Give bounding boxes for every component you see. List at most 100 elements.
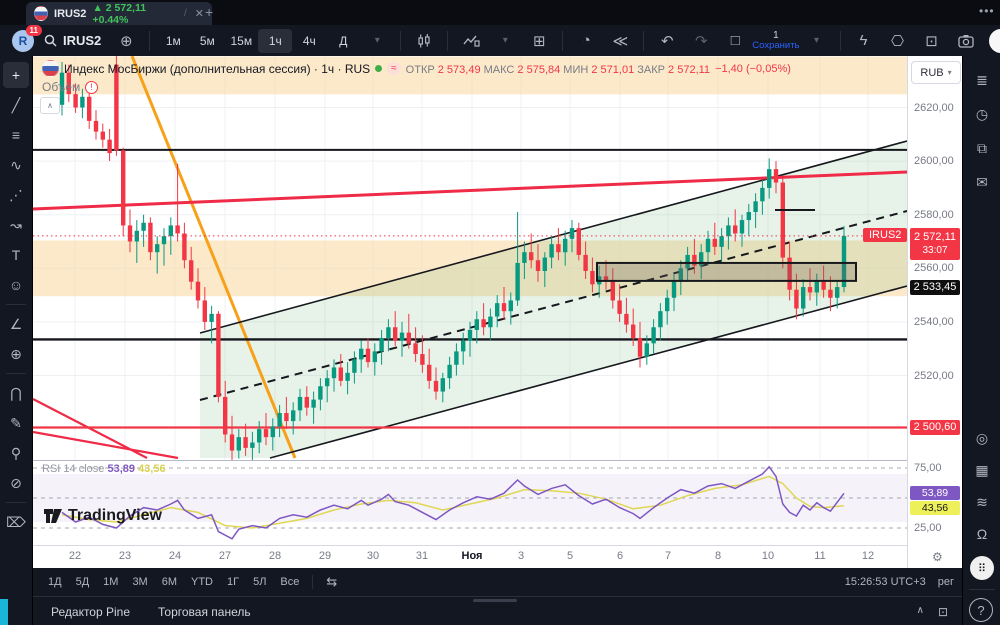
measure-tool[interactable]: ∠: [3, 311, 29, 337]
chart-settings-icon[interactable]: ⎔: [881, 29, 915, 53]
timeframe-15м[interactable]: 15м: [224, 29, 258, 53]
chart-tab[interactable]: IRUS2 ▲ 2 572,11 +0.44% / ✕: [26, 2, 212, 26]
save-layout-button[interactable]: 1 Сохранить: [752, 30, 799, 51]
timeframe-group: 1м 5м 15м 1ч 4ч Д: [156, 28, 360, 53]
tab-more-icon[interactable]: •••: [979, 4, 995, 18]
volume-legend-row[interactable]: Объём !: [42, 80, 98, 94]
candle-style-button[interactable]: [407, 29, 441, 53]
range-6М[interactable]: 6М: [155, 573, 184, 591]
trend-line-tool[interactable]: ╱: [3, 92, 29, 118]
emoji-tool[interactable]: ☺: [3, 272, 29, 298]
time-axis[interactable]: 22 23 24 27 28 29 30 31 Ноя 3 5 6 7 8 10 11 12: [33, 546, 907, 568]
watchlist-icon[interactable]: ≣: [970, 68, 994, 92]
ohlc-value: 2 573,49: [437, 63, 484, 76]
rsi-axis-label: 25,00: [914, 522, 942, 534]
layout-select-icon[interactable]: □: [718, 29, 752, 53]
zoom-in-tool[interactable]: ⊕: [3, 341, 29, 367]
time-label: 10: [761, 550, 775, 562]
chevron-down-icon: ▾: [947, 68, 952, 77]
timeframe-Д[interactable]: Д: [326, 29, 360, 53]
snapshot-button[interactable]: [949, 29, 983, 53]
stay-in-drawing-mode-button[interactable]: ✎: [3, 410, 29, 436]
symbol-search-button[interactable]: IRUS2: [44, 33, 101, 48]
undo-button[interactable]: ↶: [650, 29, 684, 53]
russia-flag-icon: [42, 60, 59, 77]
save-chevron-icon[interactable]: ▾: [800, 29, 834, 53]
text-tool[interactable]: T: [3, 242, 29, 268]
quick-search-icon[interactable]: ϟ: [847, 29, 881, 53]
bar-replay-button[interactable]: ≪: [603, 29, 637, 53]
layout-grid-icon[interactable]: ⊞: [522, 29, 556, 53]
calendar-icon[interactable]: ▦: [970, 458, 994, 482]
prediction-tool[interactable]: ⋰: [3, 182, 29, 208]
rsi-pane[interactable]: RSI 14 close 53,89 43,56: [33, 461, 907, 545]
rsi-value-chip: 53,89: [910, 486, 960, 500]
screener-icon[interactable]: ◎: [970, 426, 994, 450]
timeframe-chevron-icon[interactable]: ▾: [360, 29, 394, 53]
range-1Г[interactable]: 1Г: [220, 573, 246, 591]
pane-separator[interactable]: [33, 460, 962, 461]
session-label[interactable]: рег: [938, 576, 954, 588]
timeframe-1м[interactable]: 1м: [156, 29, 190, 53]
trading-panel-button[interactable]: Торговая панель: [148, 601, 261, 623]
range-Все[interactable]: Все: [273, 573, 306, 591]
publish-button[interactable]: Опубликовать: [988, 28, 1000, 53]
ohlc-values: ОТКР 2 573,49 МАКС 2 575,84 МИН 2 571,01…: [406, 62, 710, 76]
pine-editor-button[interactable]: Редактор Pine: [41, 601, 140, 623]
hide-drawings-button[interactable]: ⊘: [3, 470, 29, 496]
new-tab-button[interactable]: +: [205, 4, 213, 20]
price-axis[interactable]: RUB ▾ 2620,00 2600,00 2580,00 2560,00 2540,00…: [907, 56, 963, 568]
delayed-data-icon[interactable]: ≈: [387, 62, 401, 75]
close-tab-icon[interactable]: ✕: [195, 7, 204, 20]
price-chart-pane[interactable]: IRUS2: [33, 56, 907, 460]
help-button[interactable]: ?: [969, 598, 993, 622]
range-buttons: 1Д 5Д 1М 3М 6М YTD 1Г 5Л Все: [41, 573, 306, 591]
range-5Д[interactable]: 5Д: [69, 573, 97, 591]
clock-label[interactable]: 15:26:53 UTC+3: [845, 576, 926, 588]
range-1М[interactable]: 1М: [96, 573, 125, 591]
panel-collapse-icon[interactable]: ∧: [917, 605, 924, 619]
timeframe-1ч[interactable]: 1ч: [258, 28, 293, 53]
indicators-button[interactable]: [454, 29, 488, 53]
symbol-title[interactable]: Индекс МосБиржи (дополнительная сессия) …: [64, 62, 370, 76]
arrow-marker-tool[interactable]: ↝: [3, 212, 29, 238]
goto-date-icon[interactable]: ⇆: [319, 571, 344, 593]
range-YTD[interactable]: YTD: [184, 573, 220, 591]
timeframe-4ч[interactable]: 4ч: [292, 29, 326, 53]
currency-selector[interactable]: RUB ▾: [911, 61, 961, 84]
object-tree-icon[interactable]: ⧉: [970, 136, 994, 160]
timeframe-5м[interactable]: 5м: [190, 29, 224, 53]
fullscreen-icon[interactable]: ⊡: [915, 29, 949, 53]
add-symbol-button[interactable]: ⊕: [109, 29, 143, 53]
chat-icon[interactable]: ✉: [970, 170, 994, 194]
legend-collapse-button[interactable]: ∧: [40, 97, 60, 114]
remove-objects-button[interactable]: ⌦: [3, 509, 29, 535]
ohlc-key: МАКС: [483, 63, 518, 76]
panel-maximize-icon[interactable]: ⊡: [938, 605, 948, 619]
fib-retracement-tool[interactable]: ≡: [3, 122, 29, 148]
lock-drawings-button[interactable]: ⚲: [3, 440, 29, 466]
data-warning-icon[interactable]: !: [85, 80, 98, 94]
ideas-stream-icon[interactable]: ≋: [970, 490, 994, 514]
chart-legend[interactable]: Индекс МосБиржи (дополнительная сессия) …: [42, 60, 791, 77]
pattern-tool[interactable]: ∿: [3, 152, 29, 178]
notifications-icon[interactable]: Ω: [970, 522, 994, 546]
create-alert-button[interactable]: ◔: [569, 29, 603, 53]
indicator-templates-chevron-icon[interactable]: ▾: [488, 29, 522, 53]
user-avatar[interactable]: R 11: [12, 24, 42, 52]
apps-grid-icon[interactable]: ⠿: [970, 556, 994, 580]
axis-settings-gear-icon[interactable]: ⚙: [932, 550, 943, 564]
time-label: 29: [318, 550, 332, 562]
price-label: 2580,00: [914, 208, 954, 221]
rsi-legend[interactable]: RSI 14 close 53,89 43,56: [42, 463, 166, 475]
range-5Л[interactable]: 5Л: [246, 573, 273, 591]
magnet-mode-button[interactable]: ⋂: [3, 380, 29, 406]
range-1Д[interactable]: 1Д: [41, 573, 69, 591]
redo-button[interactable]: ↷: [684, 29, 718, 53]
range-3М[interactable]: 3М: [125, 573, 154, 591]
crosshair-tool[interactable]: +: [3, 62, 29, 88]
russia-flag-icon: [34, 6, 49, 21]
panel-drag-handle[interactable]: [473, 599, 517, 602]
time-label: 6: [616, 550, 624, 562]
alerts-icon[interactable]: ◷: [970, 102, 994, 126]
